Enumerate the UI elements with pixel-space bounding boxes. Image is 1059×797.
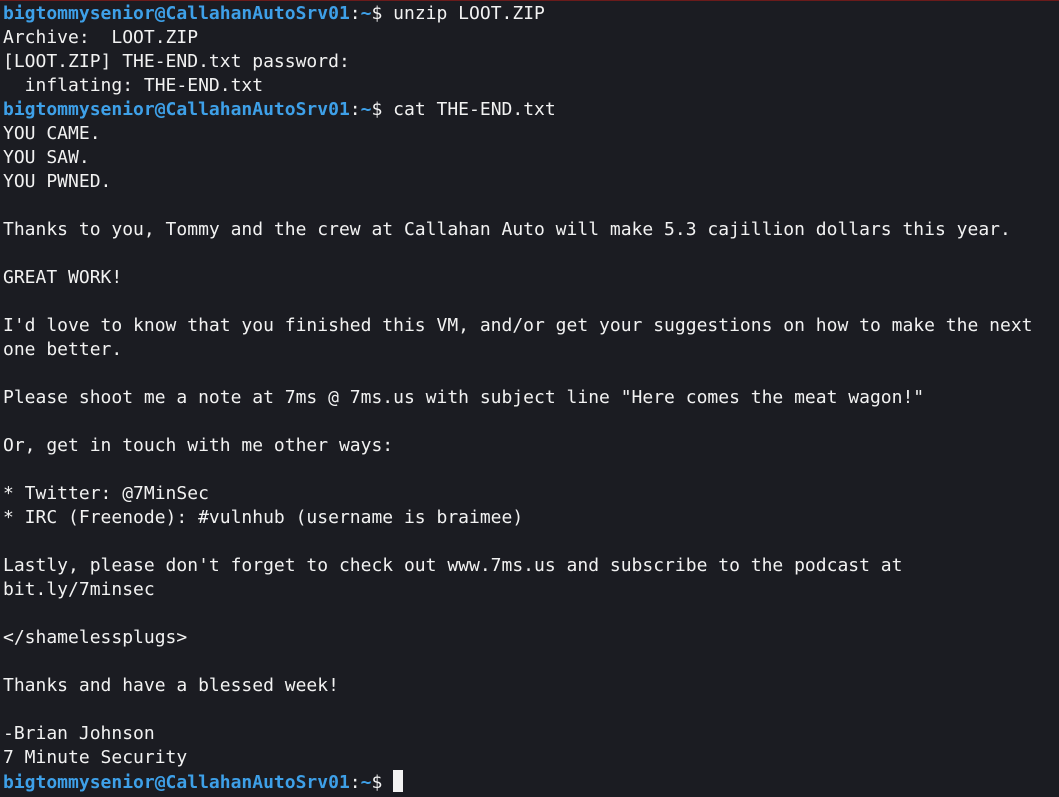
prompt-user-host: bigtommysenior@CallahanAutoSrv01 [3, 3, 350, 24]
prompt-line: bigtommysenior@CallahanAutoSrv01:~$ cat … [3, 98, 1059, 122]
output-line: bit.ly/7minsec [3, 579, 155, 600]
output-line: inflating: THE-END.txt [3, 75, 264, 96]
terminal-window[interactable]: bigtommysenior@CallahanAutoSrv01:~$ unzi… [0, 0, 1059, 797]
prompt-user-host: bigtommysenior@CallahanAutoSrv01 [3, 99, 350, 120]
text-cursor[interactable] [393, 770, 404, 792]
prompt-line[interactable]: bigtommysenior@CallahanAutoSrv01:~$ [3, 770, 1059, 794]
prompt-symbol: $ [371, 3, 394, 24]
prompt-colon: : [349, 772, 361, 793]
output-line: YOU CAME. [3, 123, 101, 144]
output-line: Thanks to you, Tommy and the crew at Cal… [3, 219, 1011, 240]
output-line: Or, get in touch with me other ways: [3, 435, 394, 456]
output-line: I'd love to know that you finished this … [3, 315, 1033, 336]
prompt-symbol: $ [371, 772, 394, 793]
output-line: Lastly, please don't forget to check out… [3, 555, 903, 576]
output-line: one better. [3, 339, 123, 360]
prompt-path: ~ [360, 99, 372, 120]
output-line: YOU SAW. [3, 147, 90, 168]
prompt-path: ~ [360, 3, 372, 24]
output-line: * IRC (Freenode): #vulnhub (username is … [3, 507, 524, 528]
output-line: * Twitter: @7MinSec [3, 483, 209, 504]
output-line: -Brian Johnson [3, 723, 155, 744]
output-line: Please shoot me a note at 7ms @ 7ms.us w… [3, 387, 925, 408]
prompt-colon: : [349, 99, 361, 120]
output-line: 7 Minute Security [3, 747, 188, 768]
output-line: Archive: LOOT.ZIP [3, 27, 199, 48]
output-line: YOU PWNED. [3, 171, 112, 192]
prompt-colon: : [349, 3, 361, 24]
output-line: GREAT WORK! [3, 267, 123, 288]
prompt-symbol: $ [371, 99, 394, 120]
command-text: cat THE-END.txt [393, 99, 556, 120]
prompt-line: bigtommysenior@CallahanAutoSrv01:~$ unzi… [3, 2, 1059, 26]
output-line: Thanks and have a blessed week! [3, 675, 339, 696]
output-line: [LOOT.ZIP] THE-END.txt password: [3, 51, 350, 72]
command-text: unzip LOOT.ZIP [393, 3, 545, 24]
output-line: </shamelessplugs> [3, 627, 188, 648]
prompt-user-host: bigtommysenior@CallahanAutoSrv01 [3, 772, 350, 793]
prompt-path: ~ [360, 772, 372, 793]
